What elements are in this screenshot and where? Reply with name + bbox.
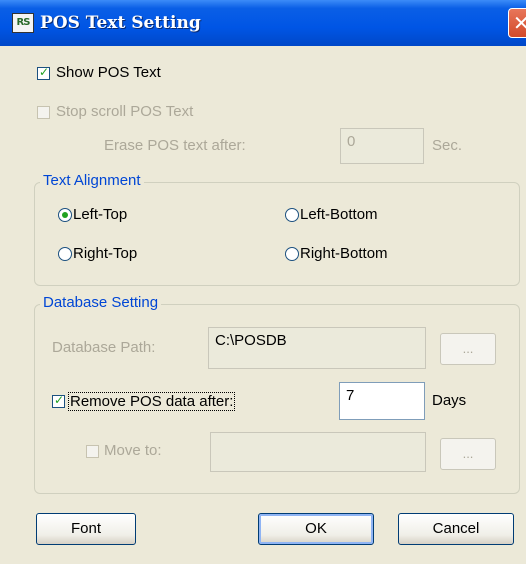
stop-scroll-label: Stop scroll POS Text: [56, 103, 194, 120]
title-bar[interactable]: RS POS Text Setting ✕: [0, 0, 526, 46]
remove-pos-data-label: Remove POS data after:: [68, 392, 236, 411]
database-path-label: Database Path:: [52, 339, 156, 356]
move-to-label: Move to:: [104, 442, 162, 459]
checkmark-icon: ✓: [54, 393, 65, 407]
radio-selected-dot: [62, 212, 68, 218]
stop-scroll-checkbox[interactable]: [37, 106, 50, 119]
checkmark-icon: ✓: [39, 65, 50, 79]
remove-unit-label: Days: [432, 392, 467, 409]
move-to-input[interactable]: [210, 432, 426, 472]
remove-pos-data-checkbox[interactable]: ✓: [52, 393, 65, 408]
erase-after-label: Erase POS text after:: [104, 137, 246, 154]
move-to-browse-button[interactable]: ...: [440, 438, 496, 470]
pos-text-setting-dialog: RS POS Text Setting ✕ ✓ Show POS Text St…: [0, 0, 526, 564]
move-to-checkbox[interactable]: [86, 445, 99, 458]
show-pos-text-label: Show POS Text: [56, 64, 161, 81]
cancel-button[interactable]: Cancel: [398, 513, 514, 545]
radio-left-bottom[interactable]: [285, 208, 299, 222]
database-setting-title: Database Setting: [40, 294, 162, 311]
erase-unit-label: Sec.: [432, 137, 463, 154]
radio-right-top[interactable]: [58, 247, 72, 261]
close-icon: ✕: [513, 11, 526, 35]
window-title: POS Text Setting: [40, 13, 201, 33]
text-alignment-title: Text Alignment: [40, 172, 144, 189]
radio-left-top[interactable]: [58, 208, 72, 222]
font-button[interactable]: Font: [36, 513, 136, 545]
left-top-label: Left-Top: [73, 206, 128, 223]
remove-days-input[interactable]: 7: [339, 382, 425, 420]
right-top-label: Right-Top: [73, 245, 138, 262]
database-path-input[interactable]: C:\POSDB: [208, 327, 426, 369]
text-alignment-group: [34, 182, 520, 286]
left-bottom-label: Left-Bottom: [300, 206, 378, 223]
ok-button[interactable]: OK: [258, 513, 374, 545]
radio-right-bottom[interactable]: [285, 247, 299, 261]
app-logo-icon: RS: [12, 13, 34, 33]
show-pos-text-checkbox[interactable]: ✓: [37, 65, 50, 80]
close-button[interactable]: ✕: [508, 8, 526, 38]
right-bottom-label: Right-Bottom: [300, 245, 388, 262]
erase-after-input[interactable]: 0: [340, 128, 424, 164]
database-path-browse-button[interactable]: ...: [440, 333, 496, 365]
